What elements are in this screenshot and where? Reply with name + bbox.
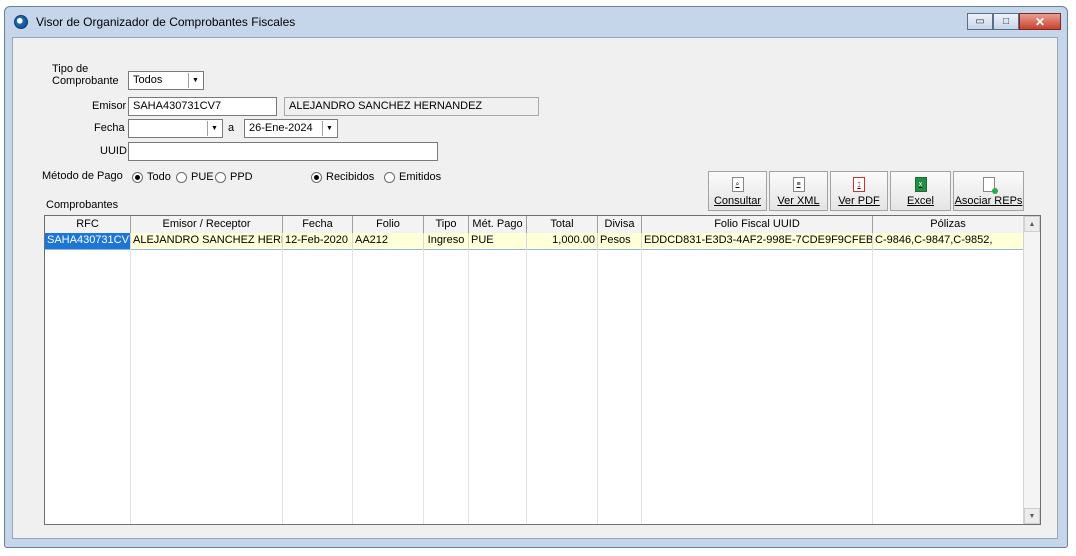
col-divisa[interactable]: Divisa xyxy=(598,216,642,233)
radio-metodo-pue[interactable]: PUE xyxy=(176,171,214,183)
col-folio-fiscal-uuid[interactable]: Folio Fiscal UUID xyxy=(642,216,873,233)
consultar-button[interactable]: ⌕ Consultar xyxy=(708,171,767,211)
cell-polizas[interactable]: C-9846,C-9847,C-9852, xyxy=(873,233,1024,249)
emisor-name-display: ALEJANDRO SANCHEZ HERNANDEZ xyxy=(284,97,539,116)
uuid-label: UUID xyxy=(100,145,127,157)
dropdown-arrow-icon[interactable]: ▼ xyxy=(322,121,336,136)
col-emisor-receptor[interactable]: Emisor / Receptor xyxy=(131,216,283,233)
minimize-button[interactable]: ▭ xyxy=(967,13,993,30)
close-icon: ✕ xyxy=(1034,14,1046,29)
ver-xml-button[interactable]: ≡ Ver XML xyxy=(769,171,828,211)
col-rfc[interactable]: RFC xyxy=(45,216,131,233)
radio-metodo-todo[interactable]: Todo xyxy=(132,171,171,183)
pdf-icon: ℷ xyxy=(853,177,865,192)
fecha-label: Fecha xyxy=(94,122,125,134)
asociar-reps-button[interactable]: Asociar REPs xyxy=(953,171,1024,211)
col-metodo-pago[interactable]: Mét. Pago xyxy=(469,216,527,233)
cell-metodo-pago[interactable]: PUE xyxy=(469,233,527,249)
app-globe-icon xyxy=(14,15,28,29)
close-button[interactable]: ✕ xyxy=(1019,13,1061,30)
app-window: Visor de Organizador de Comprobantes Fis… xyxy=(4,6,1068,548)
fecha-to-value: 26-Ene-2024 xyxy=(249,122,313,134)
ver-pdf-label: Ver PDF xyxy=(838,195,880,207)
emisor-rfc-input[interactable]: SAHA430731CV7 xyxy=(128,97,277,116)
vertical-scrollbar[interactable]: ▲ ▼ xyxy=(1023,216,1040,524)
radio-button-icon xyxy=(384,171,395,183)
emisor-label: Emisor xyxy=(92,100,127,112)
cell-rfc[interactable]: SAHA430731CV7 xyxy=(45,233,131,249)
consultar-label: Consultar xyxy=(713,195,762,207)
scroll-down-icon[interactable]: ▼ xyxy=(1024,508,1040,524)
tipo-label-line2: Comprobante xyxy=(52,75,119,87)
uuid-input[interactable] xyxy=(128,142,438,161)
cell-total[interactable]: 1,000.00 xyxy=(527,233,598,249)
radio-button-icon xyxy=(311,171,322,183)
window-controls: ▭ □ ✕ xyxy=(967,13,1061,31)
excel-button[interactable]: x Excel xyxy=(890,171,951,211)
cell-fecha[interactable]: 12-Feb-2020 xyxy=(283,233,353,249)
fecha-to-picker[interactable]: 26-Ene-2024 ▼ xyxy=(244,119,338,138)
metodo-pago-label: Método de Pago xyxy=(42,170,123,182)
col-fecha[interactable]: Fecha xyxy=(283,216,353,233)
radio-label: Emitidos xyxy=(399,171,442,183)
window-title: Visor de Organizador de Comprobantes Fis… xyxy=(36,15,296,29)
radio-button-icon xyxy=(176,171,187,183)
cell-divisa[interactable]: Pesos xyxy=(598,233,642,249)
cell-folio-fiscal-uuid[interactable]: EDDCD831-E3D3-4AF2-998E-7CDE9F9CFEB3 xyxy=(642,233,873,249)
cell-emisor-receptor[interactable]: ALEJANDRO SANCHEZ HERNANDEZ xyxy=(131,233,283,249)
comprobantes-caption: Comprobantes xyxy=(46,199,119,211)
dropdown-arrow-icon[interactable]: ▼ xyxy=(207,121,221,136)
cell-tipo[interactable]: Ingreso xyxy=(424,233,469,249)
radio-label: Recibidos xyxy=(326,171,375,183)
radio-recibidos[interactable]: Recibidos xyxy=(311,171,374,183)
xml-document-icon: ≡ xyxy=(792,177,805,192)
ver-xml-label: Ver XML xyxy=(777,195,820,207)
radio-label: PPD xyxy=(230,171,253,183)
col-total[interactable]: Total xyxy=(527,216,598,233)
comprobantes-grid[interactable]: RFC Emisor / Receptor Fecha Folio Tipo M… xyxy=(44,215,1041,525)
dropdown-arrow-icon[interactable]: ▼ xyxy=(188,73,202,88)
cell-folio[interactable]: AA212 xyxy=(353,233,424,249)
title-bar[interactable]: Visor de Organizador de Comprobantes Fis… xyxy=(5,7,1067,37)
radio-metodo-ppd[interactable]: PPD xyxy=(215,171,253,183)
tipo-label-line1: Tipo de xyxy=(52,63,89,75)
client-area: Tipo de Comprobante Todos ▼ Emisor SAHA4… xyxy=(12,37,1058,539)
radio-button-icon xyxy=(132,171,143,183)
fecha-from-picker[interactable]: ▼ xyxy=(128,119,223,138)
tipo-value: Todos xyxy=(133,74,163,86)
table-row[interactable]: SAHA430731CV7 ALEJANDRO SANCHEZ HERNANDE… xyxy=(45,233,1024,250)
radio-label: Todo xyxy=(147,171,171,183)
search-document-icon: ⌕ xyxy=(731,177,744,192)
radio-label: PUE xyxy=(191,171,214,183)
col-folio[interactable]: Folio xyxy=(353,216,424,233)
tipo-comprobante-select[interactable]: Todos ▼ xyxy=(128,71,204,90)
asociar-label: Asociar REPs xyxy=(954,195,1023,207)
add-document-icon xyxy=(982,177,998,194)
excel-label: Excel xyxy=(907,195,934,207)
minimize-icon: ▭ xyxy=(975,16,985,27)
excel-icon: x xyxy=(914,177,927,192)
radio-button-icon xyxy=(215,171,226,183)
grid-header: RFC Emisor / Receptor Fecha Folio Tipo M… xyxy=(45,216,1024,234)
grid-empty-area xyxy=(45,249,1024,524)
fecha-a-label: a xyxy=(228,122,235,134)
col-polizas[interactable]: Pólizas xyxy=(873,216,1024,233)
col-tipo[interactable]: Tipo xyxy=(424,216,469,233)
maximize-icon: □ xyxy=(1002,16,1010,27)
scroll-up-icon[interactable]: ▲ xyxy=(1024,216,1040,232)
maximize-button[interactable]: □ xyxy=(993,13,1019,30)
ver-pdf-button[interactable]: ℷ Ver PDF xyxy=(830,171,888,211)
radio-emitidos[interactable]: Emitidos xyxy=(384,171,441,183)
